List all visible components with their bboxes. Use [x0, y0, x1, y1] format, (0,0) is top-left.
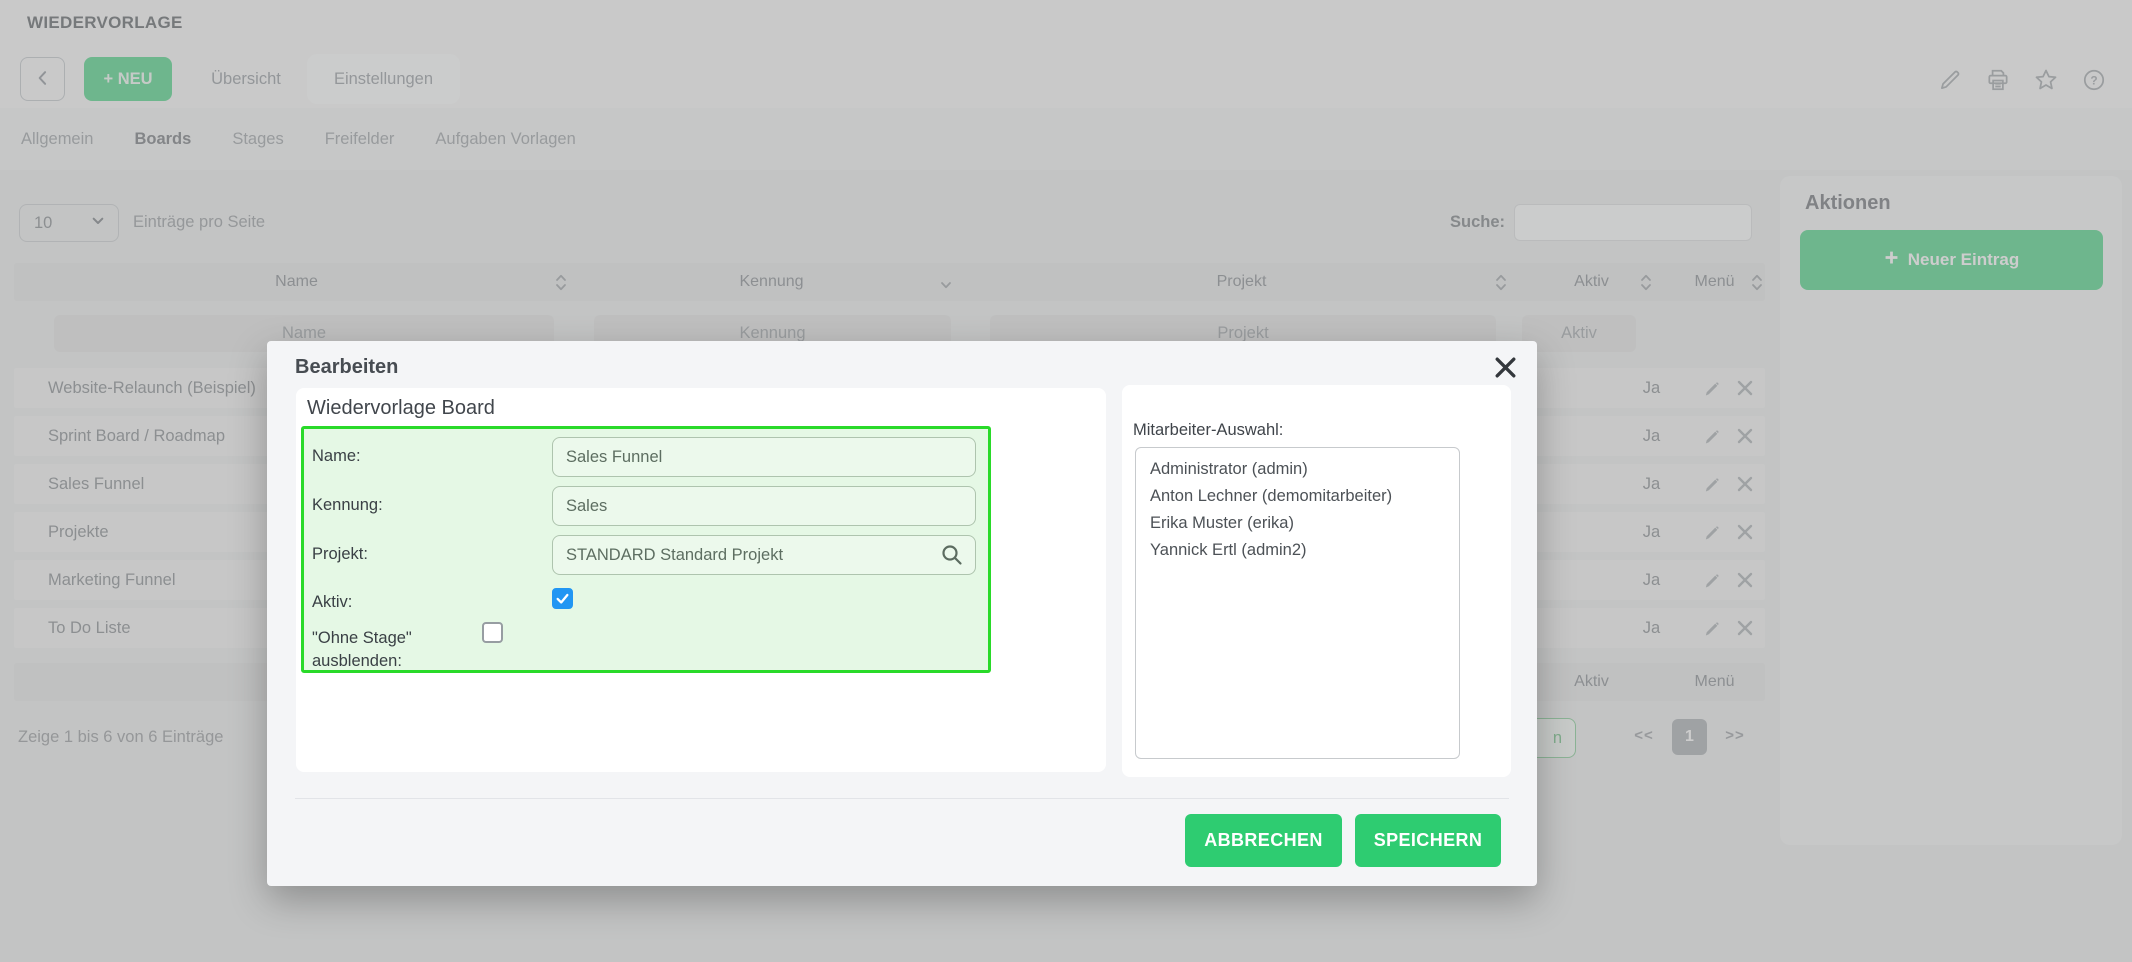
- close-icon[interactable]: [1487, 349, 1523, 385]
- form-section-title: Wiedervorlage Board: [307, 397, 495, 420]
- listbox-option[interactable]: Administrator (admin): [1140, 456, 1455, 483]
- ohne-stage-checkbox[interactable]: [482, 622, 503, 643]
- edit-modal: Bearbeiten Wiedervorlage Board Name: Ken…: [267, 341, 1537, 886]
- listbox-option[interactable]: Erika Muster (erika): [1140, 510, 1455, 537]
- aktiv-label: Aktiv:: [312, 584, 552, 618]
- modal-title: Bearbeiten: [295, 356, 398, 379]
- kennung-field[interactable]: [552, 486, 976, 526]
- highlighted-form-area: Name: Kennung: Projekt: Aktiv:: [301, 426, 991, 673]
- listbox-option[interactable]: Yannick Ertl (admin2): [1140, 537, 1455, 564]
- modal-footer-divider: [295, 798, 1509, 799]
- kennung-label: Kennung:: [312, 486, 552, 535]
- aktiv-checkbox[interactable]: [552, 588, 573, 609]
- listbox-option[interactable]: Anton Lechner (demomitarbeiter): [1140, 483, 1455, 510]
- projekt-label: Projekt:: [312, 535, 552, 584]
- projekt-field[interactable]: [552, 535, 976, 575]
- save-button[interactable]: SPEICHERN: [1355, 814, 1501, 867]
- name-field[interactable]: [552, 437, 976, 477]
- board-form-card: Wiedervorlage Board Name: Kennung: Proje…: [296, 388, 1106, 772]
- employee-listbox[interactable]: Administrator (admin) Anton Lechner (dem…: [1135, 447, 1460, 759]
- ohne-stage-label: "Ohne Stage" ausblenden:: [312, 618, 482, 673]
- search-icon[interactable]: [940, 543, 964, 572]
- name-label: Name:: [312, 437, 552, 486]
- employee-selection-label: Mitarbeiter-Auswahl:: [1133, 421, 1283, 440]
- cancel-button[interactable]: ABBRECHEN: [1185, 814, 1342, 867]
- employee-selection-card: Mitarbeiter-Auswahl: Administrator (admi…: [1122, 385, 1511, 777]
